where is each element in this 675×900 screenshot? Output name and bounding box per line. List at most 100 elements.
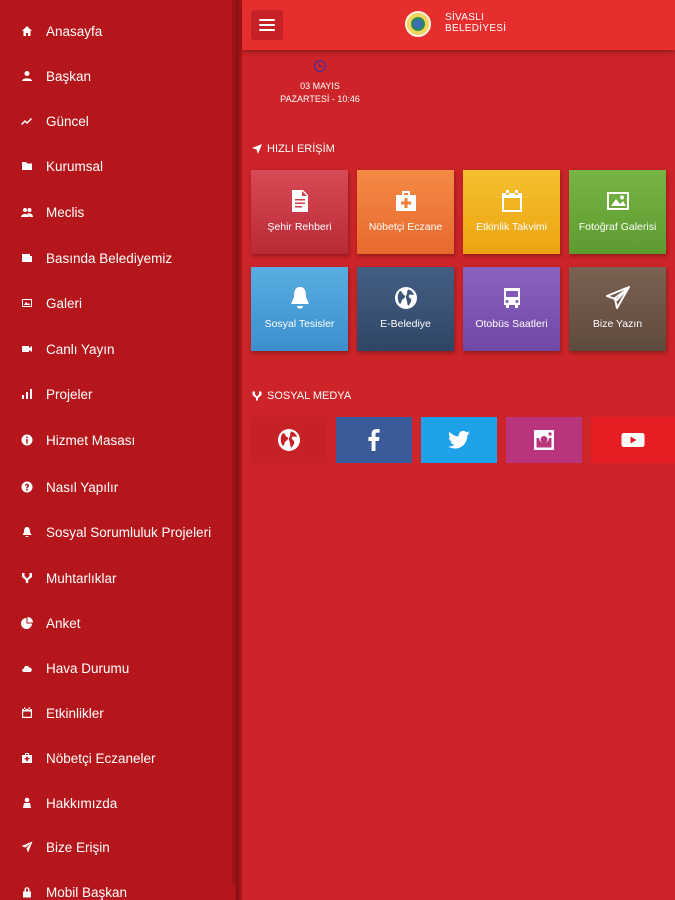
tile-label: Nöbetçi Eczane — [368, 220, 443, 233]
sidebar-item-label: Anasayfa — [46, 23, 103, 39]
lock-icon — [20, 885, 34, 899]
location-arrow-icon — [252, 144, 262, 154]
sidebar-item-sosyal-sorumluluk[interactable]: Sosyal Sorumluluk Projeleri — [0, 517, 236, 547]
newspaper-icon — [20, 251, 34, 265]
question-icon — [20, 480, 34, 494]
user-icon — [20, 69, 34, 83]
brand-line-2: BELEDİYESİ — [445, 23, 507, 34]
date-display: 03 MAYIS PAZARTESİ - 10:46 — [272, 80, 368, 106]
pie-chart-icon — [20, 616, 34, 630]
video-icon — [20, 342, 34, 356]
sidebar-item-mobil-baskan[interactable]: Mobil Başkan — [0, 877, 236, 900]
sidebar-item-canli-yayin[interactable]: Canlı Yayın — [0, 334, 236, 364]
person-icon — [20, 796, 34, 810]
bus-icon — [503, 287, 520, 308]
medkit-icon — [20, 751, 34, 765]
info-icon — [20, 433, 34, 447]
tile-sehir-rehberi[interactable]: Şehir Rehberi — [251, 170, 348, 254]
globe-icon — [394, 286, 417, 309]
gallery-icon — [20, 296, 34, 310]
calendar-icon — [20, 706, 34, 720]
sidebar-item-baskan[interactable]: Başkan — [0, 61, 236, 91]
tile-label: Sosyal Tesisler — [264, 317, 335, 330]
sidebar-item-label: Mobil Başkan — [46, 884, 128, 900]
sidebar-item-label: Meclis — [46, 204, 85, 220]
sidebar-item-label: Nasıl Yapılır — [46, 479, 119, 495]
tile-label: Etkinlik Takvimi — [476, 220, 547, 233]
sidebar-item-basinda-belediyemiz[interactable]: Basında Belediyemiz — [0, 243, 236, 273]
social-website-button[interactable] — [251, 417, 327, 463]
hamburger-icon-bar — [259, 24, 275, 26]
hamburger-icon-bar — [259, 19, 275, 21]
sidebar-item-label: Güncel — [46, 113, 89, 129]
cloud-icon — [20, 661, 34, 675]
send-icon — [605, 285, 630, 309]
instagram-icon — [534, 430, 554, 450]
sidebar-item-guncel[interactable]: Güncel — [0, 106, 236, 136]
sidebar-item-nasil-yapilir[interactable]: Nasıl Yapılır — [0, 472, 236, 502]
sidebar-item-label: Muhtarlıklar — [46, 570, 117, 586]
menu-button[interactable] — [251, 10, 283, 40]
twitter-icon — [448, 430, 470, 449]
sidebar-item-label: Canlı Yayın — [46, 341, 115, 357]
sidebar-item-projeler[interactable]: Projeler — [0, 379, 236, 409]
tile-nobetci-eczane[interactable]: Nöbetçi Eczane — [357, 170, 454, 254]
social-media-title: SOSYAL MEDYA — [252, 390, 351, 402]
tile-fotograf-galerisi[interactable]: Fotoğraf Galerisi — [569, 170, 666, 254]
tile-label: Şehir Rehberi — [267, 220, 332, 233]
bar-chart-icon — [20, 387, 34, 401]
date-day: 03 MAYIS — [300, 81, 340, 91]
medkit-icon — [395, 190, 416, 211]
facebook-icon — [368, 429, 380, 451]
sidebar: Anasayfa Başkan Güncel Kurumsal Meclis B… — [0, 0, 236, 900]
sidebar-item-muhtarliklar[interactable]: Muhtarlıklar — [0, 563, 236, 593]
tile-label: Bize Yazın — [592, 317, 643, 330]
sidebar-item-label: Basında Belediyemiz — [46, 250, 173, 266]
sidebar-item-anasayfa[interactable]: Anasayfa — [0, 16, 236, 46]
sidebar-item-label: Hakkımızda — [46, 795, 118, 811]
globe-icon — [278, 429, 300, 451]
social-facebook-button[interactable] — [336, 417, 412, 463]
main-content: SİVASLI BELEDİYESİ 03 MAYIS PAZARTESİ - … — [242, 0, 675, 900]
municipality-logo — [405, 11, 431, 37]
sidebar-item-hava-durumu[interactable]: Hava Durumu — [0, 653, 236, 683]
sidebar-item-label: Etkinlikler — [46, 705, 104, 721]
sidebar-item-label: Kurumsal — [46, 158, 104, 174]
sidebar-item-label: Sosyal Sorumluluk Projeleri — [46, 524, 212, 540]
social-youtube-button[interactable] — [591, 417, 675, 463]
quick-access-title: HIZLI ERİŞİM — [252, 143, 335, 155]
sidebar-item-galeri[interactable]: Galeri — [0, 288, 236, 318]
tile-e-belediye[interactable]: E-Belediye — [357, 267, 454, 351]
folder-icon — [20, 159, 34, 173]
sidebar-item-label: Projeler — [46, 386, 93, 402]
send-icon — [20, 840, 34, 854]
sidebar-item-label: Başkan — [46, 68, 92, 84]
sidebar-item-label: Hava Durumu — [46, 660, 130, 676]
sidebar-item-label: Anket — [46, 615, 81, 631]
sidebar-item-etkinlikler[interactable]: Etkinlikler — [0, 698, 236, 728]
tile-bize-yazin[interactable]: Bize Yazın — [569, 267, 666, 351]
sidebar-item-meclis[interactable]: Meclis — [0, 197, 236, 227]
top-bar: SİVASLI BELEDİYESİ — [242, 0, 675, 50]
sidebar-item-nobetci-eczaneler[interactable]: Nöbetçi Eczaneler — [0, 743, 236, 773]
sidebar-item-hizmet-masasi[interactable]: Hizmet Masası — [0, 425, 236, 455]
sidebar-item-anket[interactable]: Anket — [0, 608, 236, 638]
sidebar-item-label: Galeri — [46, 295, 83, 311]
sidebar-item-hakkimizda[interactable]: Hakkımızda — [0, 788, 236, 818]
bell-icon — [20, 525, 34, 539]
sidebar-item-bize-erisin[interactable]: Bize Erişin — [0, 832, 236, 862]
sidebar-item-label: Nöbetçi Eczaneler — [46, 750, 156, 766]
youtube-icon — [621, 433, 645, 447]
group-icon — [20, 205, 34, 219]
social-instagram-button[interactable] — [506, 417, 582, 463]
tile-sosyal-tesisler[interactable]: Sosyal Tesisler — [251, 267, 348, 351]
social-twitter-button[interactable] — [421, 417, 497, 463]
branch-icon — [252, 391, 262, 401]
tile-label: Otobüs Saatleri — [475, 317, 548, 330]
tile-etkinlik-takvimi[interactable]: Etkinlik Takvimi — [463, 170, 560, 254]
sidebar-item-kurumsal[interactable]: Kurumsal — [0, 151, 236, 181]
tile-otobus-saatleri[interactable]: Otobüs Saatleri — [463, 267, 560, 351]
brand-line-1: SİVASLI — [445, 12, 485, 23]
brand-title: SİVASLI BELEDİYESİ — [445, 12, 506, 34]
date-weekday-time: PAZARTESİ - 10:46 — [280, 94, 360, 104]
